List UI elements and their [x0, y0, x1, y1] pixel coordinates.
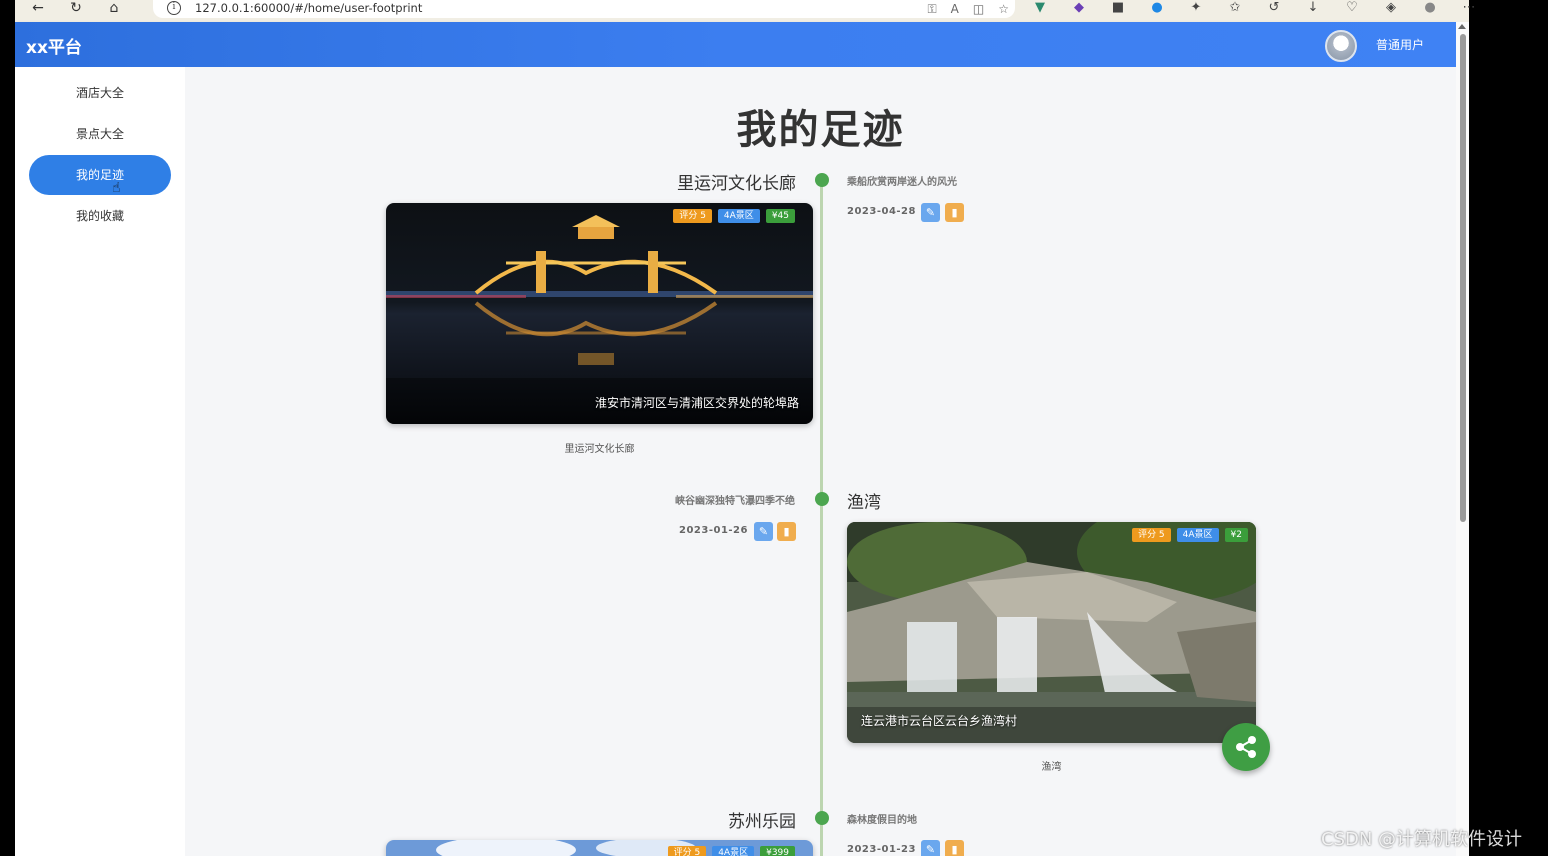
spot-image-card[interactable]: 评分 5 4A景区 ¥399 — [386, 840, 813, 856]
info-icon[interactable]: i — [167, 1, 181, 15]
extension-icon[interactable]: ◆ — [1069, 0, 1089, 18]
delete-button[interactable]: ▮ — [777, 522, 796, 541]
spot-date: 2023-01-23 — [847, 844, 916, 855]
app-header: xx平台 普通用户 — [15, 22, 1456, 67]
spot-date: 2023-04-28 — [847, 206, 916, 217]
spot-desc: 森林度假目的地 — [847, 815, 917, 826]
spot-desc: 乘船欣赏两岸迷人的风光 — [847, 177, 957, 188]
download-icon[interactable]: ↓ — [1303, 0, 1323, 18]
sidebar-item-footprint[interactable]: 我的足迹 — [29, 155, 171, 195]
favorite-add-icon[interactable]: ☆ — [998, 2, 1009, 16]
extensions-bar: ▼ ◆ ■ ● ✦ ✩ ↺ ↓ ♡ ◈ ● ⋯ — [1030, 0, 1479, 18]
read-aloud-icon[interactable]: A — [951, 2, 959, 16]
sidebar-item-attractions[interactable]: 景点大全 — [29, 114, 171, 154]
spot-tags: 评分 5 4A景区 ¥2 — [1132, 528, 1248, 542]
level-badge: 4A景区 — [1176, 528, 1219, 542]
watermark: CSDN @计算机软件设计 — [1321, 829, 1523, 850]
address-bar-tools: ⚿ A ◫ ☆ — [928, 0, 1009, 18]
level-badge: 4A景区 — [717, 209, 760, 223]
rating-badge: 评分 5 — [1132, 528, 1171, 542]
edit-button[interactable]: ✎ — [921, 840, 940, 856]
night-bridge-image — [386, 203, 813, 424]
spot-image-card[interactable]: 评分 5 4A景区 ¥45 淮安市清河区与清浦区交界处的轮埠路 — [386, 203, 813, 424]
performance-icon[interactable]: ♡ — [1342, 0, 1362, 18]
spot-name[interactable]: 里运河文化长廊 — [677, 169, 796, 194]
share-button[interactable] — [1222, 723, 1270, 771]
spot-date: 2023-01-26 — [679, 525, 748, 536]
avatar[interactable] — [1325, 30, 1357, 62]
timeline-dot — [815, 173, 829, 187]
card-caption: 渔湾 — [1041, 762, 1062, 773]
back-icon[interactable]: ← — [29, 0, 47, 18]
reload-icon[interactable]: ↻ — [67, 0, 85, 18]
card-caption: 里运河文化长廊 — [564, 444, 635, 455]
spot-name[interactable]: 苏州乐园 — [728, 807, 796, 832]
price-badge: ¥2 — [1224, 528, 1248, 542]
extensions-icon[interactable]: ✦ — [1186, 0, 1206, 18]
edit-button[interactable]: ✎ — [921, 203, 940, 222]
rating-badge: 评分 5 — [667, 846, 707, 856]
rating-badge: 评分 5 — [673, 209, 712, 223]
waterfall-image — [847, 522, 1256, 743]
favorites-icon[interactable]: ✩ — [1225, 0, 1245, 18]
price-badge: ¥45 — [765, 209, 795, 223]
share-icon — [1236, 736, 1256, 758]
brand-logo-text[interactable]: xx平台 — [26, 33, 82, 58]
browser-toolbar: ← ↻ ⌂ i 127.0.0.1:60000/#/home/user-foot… — [15, 0, 1476, 22]
spot-address: 淮安市清河区与清浦区交界处的轮埠路 — [594, 396, 799, 410]
sidebar: 酒店大全 景点大全 我的足迹 我的收藏 ☝ — [15, 67, 185, 856]
spot-name[interactable]: 渔湾 — [847, 488, 881, 513]
spot-tags: 评分 5 4A景区 ¥399 — [667, 846, 795, 856]
sidebar-item-hotels[interactable]: 酒店大全 — [29, 73, 171, 113]
main-content: 我的足迹 里运河文化长廊 乘船欣赏两岸迷人的风光 2023-04-28 ✎ ▮ — [185, 67, 1456, 856]
home-icon[interactable]: ⌂ — [105, 0, 123, 18]
spot-address: 连云港市云台区云台乡渔湾村 — [861, 714, 1018, 728]
level-badge: 4A景区 — [712, 846, 755, 856]
more-icon[interactable]: ⋯ — [1459, 0, 1479, 18]
timeline-dot — [815, 811, 829, 825]
scroll-up-icon[interactable] — [1458, 24, 1466, 29]
profile-icon[interactable]: ● — [1420, 0, 1440, 18]
history-icon[interactable]: ↺ — [1264, 0, 1284, 18]
page-title: 我的足迹 — [736, 107, 905, 153]
screen: ← ↻ ⌂ i 127.0.0.1:60000/#/home/user-foot… — [0, 0, 1548, 856]
scroll-thumb[interactable] — [1460, 34, 1466, 522]
url-text[interactable]: 127.0.0.1:60000/#/home/user-footprint — [195, 0, 422, 16]
username[interactable]: 普通用户 — [1376, 36, 1424, 53]
extension-icon[interactable]: ■ — [1108, 0, 1128, 18]
page-scrollbar[interactable] — [1456, 22, 1469, 856]
key-icon[interactable]: ⚿ — [928, 2, 937, 17]
sidebar-item-favorites[interactable]: 我的收藏 — [29, 196, 171, 236]
spot-tags: 评分 5 4A景区 ¥45 — [673, 209, 795, 223]
pointer-cursor-icon: ☝ — [112, 180, 121, 196]
vue-devtools-icon[interactable]: ▼ — [1030, 0, 1050, 18]
price-badge: ¥399 — [760, 846, 795, 856]
spot-image-card[interactable]: 评分 5 4A景区 ¥2 连云港市云台区云台乡渔湾村 — [847, 522, 1256, 743]
copilot-app-icon[interactable]: ◈ — [1381, 0, 1401, 18]
spot-desc: 峡谷幽深独特飞瀑四季不绝 — [675, 496, 795, 507]
delete-button[interactable]: ▮ — [945, 840, 964, 856]
copilot-icon[interactable]: ● — [1147, 0, 1167, 18]
edit-button[interactable]: ✎ — [754, 522, 773, 541]
delete-button[interactable]: ▮ — [945, 203, 964, 222]
timeline-dot — [815, 492, 829, 506]
split-screen-icon[interactable]: ◫ — [973, 2, 984, 16]
timeline-line — [820, 179, 823, 856]
address-bar[interactable]: i 127.0.0.1:60000/#/home/user-footprint … — [153, 0, 1015, 18]
